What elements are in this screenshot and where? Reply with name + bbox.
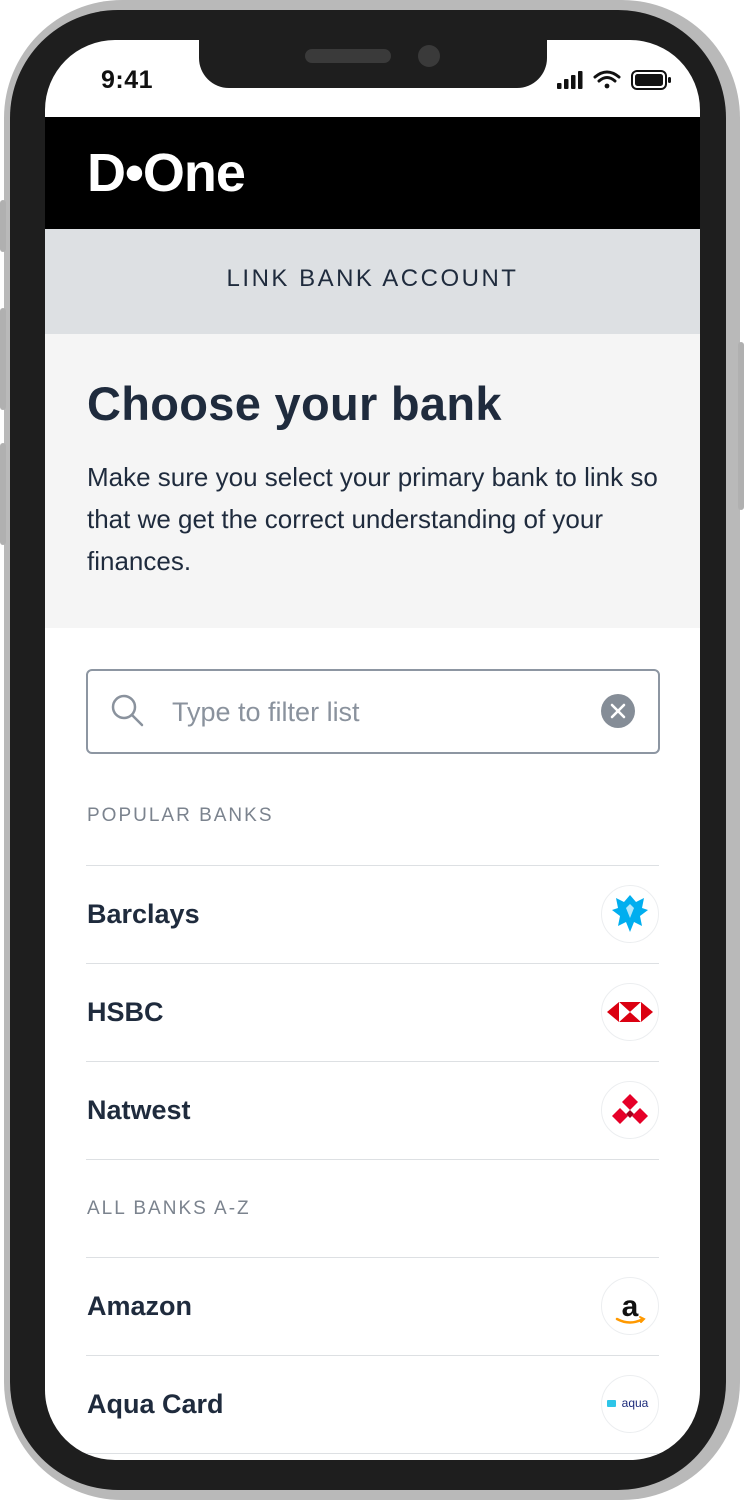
natwest-cubes-icon	[601, 1081, 659, 1139]
cellular-signal-icon	[557, 71, 583, 89]
volume-up-button	[0, 308, 6, 410]
app-header: D•One	[45, 117, 700, 229]
close-icon	[610, 703, 626, 719]
wifi-icon	[593, 70, 621, 89]
bank-row-hsbc[interactable]: HSBC	[86, 963, 659, 1061]
filter-search-input[interactable]	[170, 689, 594, 735]
page-title: Choose your bank	[87, 377, 502, 430]
page-section-title: LINK BANK ACCOUNT	[226, 265, 519, 292]
phone-notch	[199, 40, 547, 88]
d-one-logo: D•One	[87, 143, 246, 201]
filter-search-box[interactable]	[86, 669, 660, 754]
bank-row-natwest[interactable]: Natwest	[86, 1061, 659, 1159]
logo-text: D•One	[87, 143, 245, 201]
screen: 9:41 D•One LINK BANK ACCOUNT Choose your…	[45, 40, 700, 1460]
volume-down-button	[0, 443, 6, 545]
sub-header: LINK BANK ACCOUNT	[45, 229, 700, 334]
bank-row-aqua-card[interactable]: Aqua Card aqua	[86, 1355, 659, 1453]
divider	[86, 1159, 659, 1160]
intro-description: Make sure you select your primary bank t…	[87, 462, 658, 576]
status-icons	[557, 70, 671, 90]
barclays-eagle-icon	[601, 885, 659, 943]
bank-row-amazon[interactable]: Amazon a	[86, 1257, 659, 1355]
bank-row-barclays[interactable]: Barclays	[86, 865, 659, 963]
front-camera	[418, 45, 440, 67]
intro-panel: Choose your bank Make sure you select yo…	[45, 334, 700, 628]
svg-text:a: a	[622, 1290, 639, 1323]
status-time: 9:41	[101, 66, 154, 94]
aqua-logo-text: aqua	[622, 1396, 649, 1410]
hsbc-hexagon-icon	[601, 983, 659, 1041]
bank-name: Natwest	[87, 1095, 191, 1125]
speaker	[305, 49, 391, 63]
all-banks-label: ALL BANKS A-Z	[87, 1198, 251, 1219]
power-button	[738, 342, 744, 510]
amazon-a-icon: a	[601, 1277, 659, 1335]
aqua-logo: aqua	[601, 1375, 659, 1433]
bank-name: HSBC	[87, 997, 164, 1027]
divider	[86, 1453, 659, 1454]
bank-name: Amazon	[87, 1291, 193, 1321]
bank-name: Barclays	[87, 899, 200, 929]
battery-icon	[631, 70, 671, 90]
bank-name: Aqua Card	[87, 1389, 224, 1419]
popular-banks-label: POPULAR BANKS	[87, 805, 274, 826]
search-icon	[111, 694, 144, 727]
clear-search-button[interactable]	[601, 694, 635, 728]
silent-switch	[0, 200, 6, 252]
